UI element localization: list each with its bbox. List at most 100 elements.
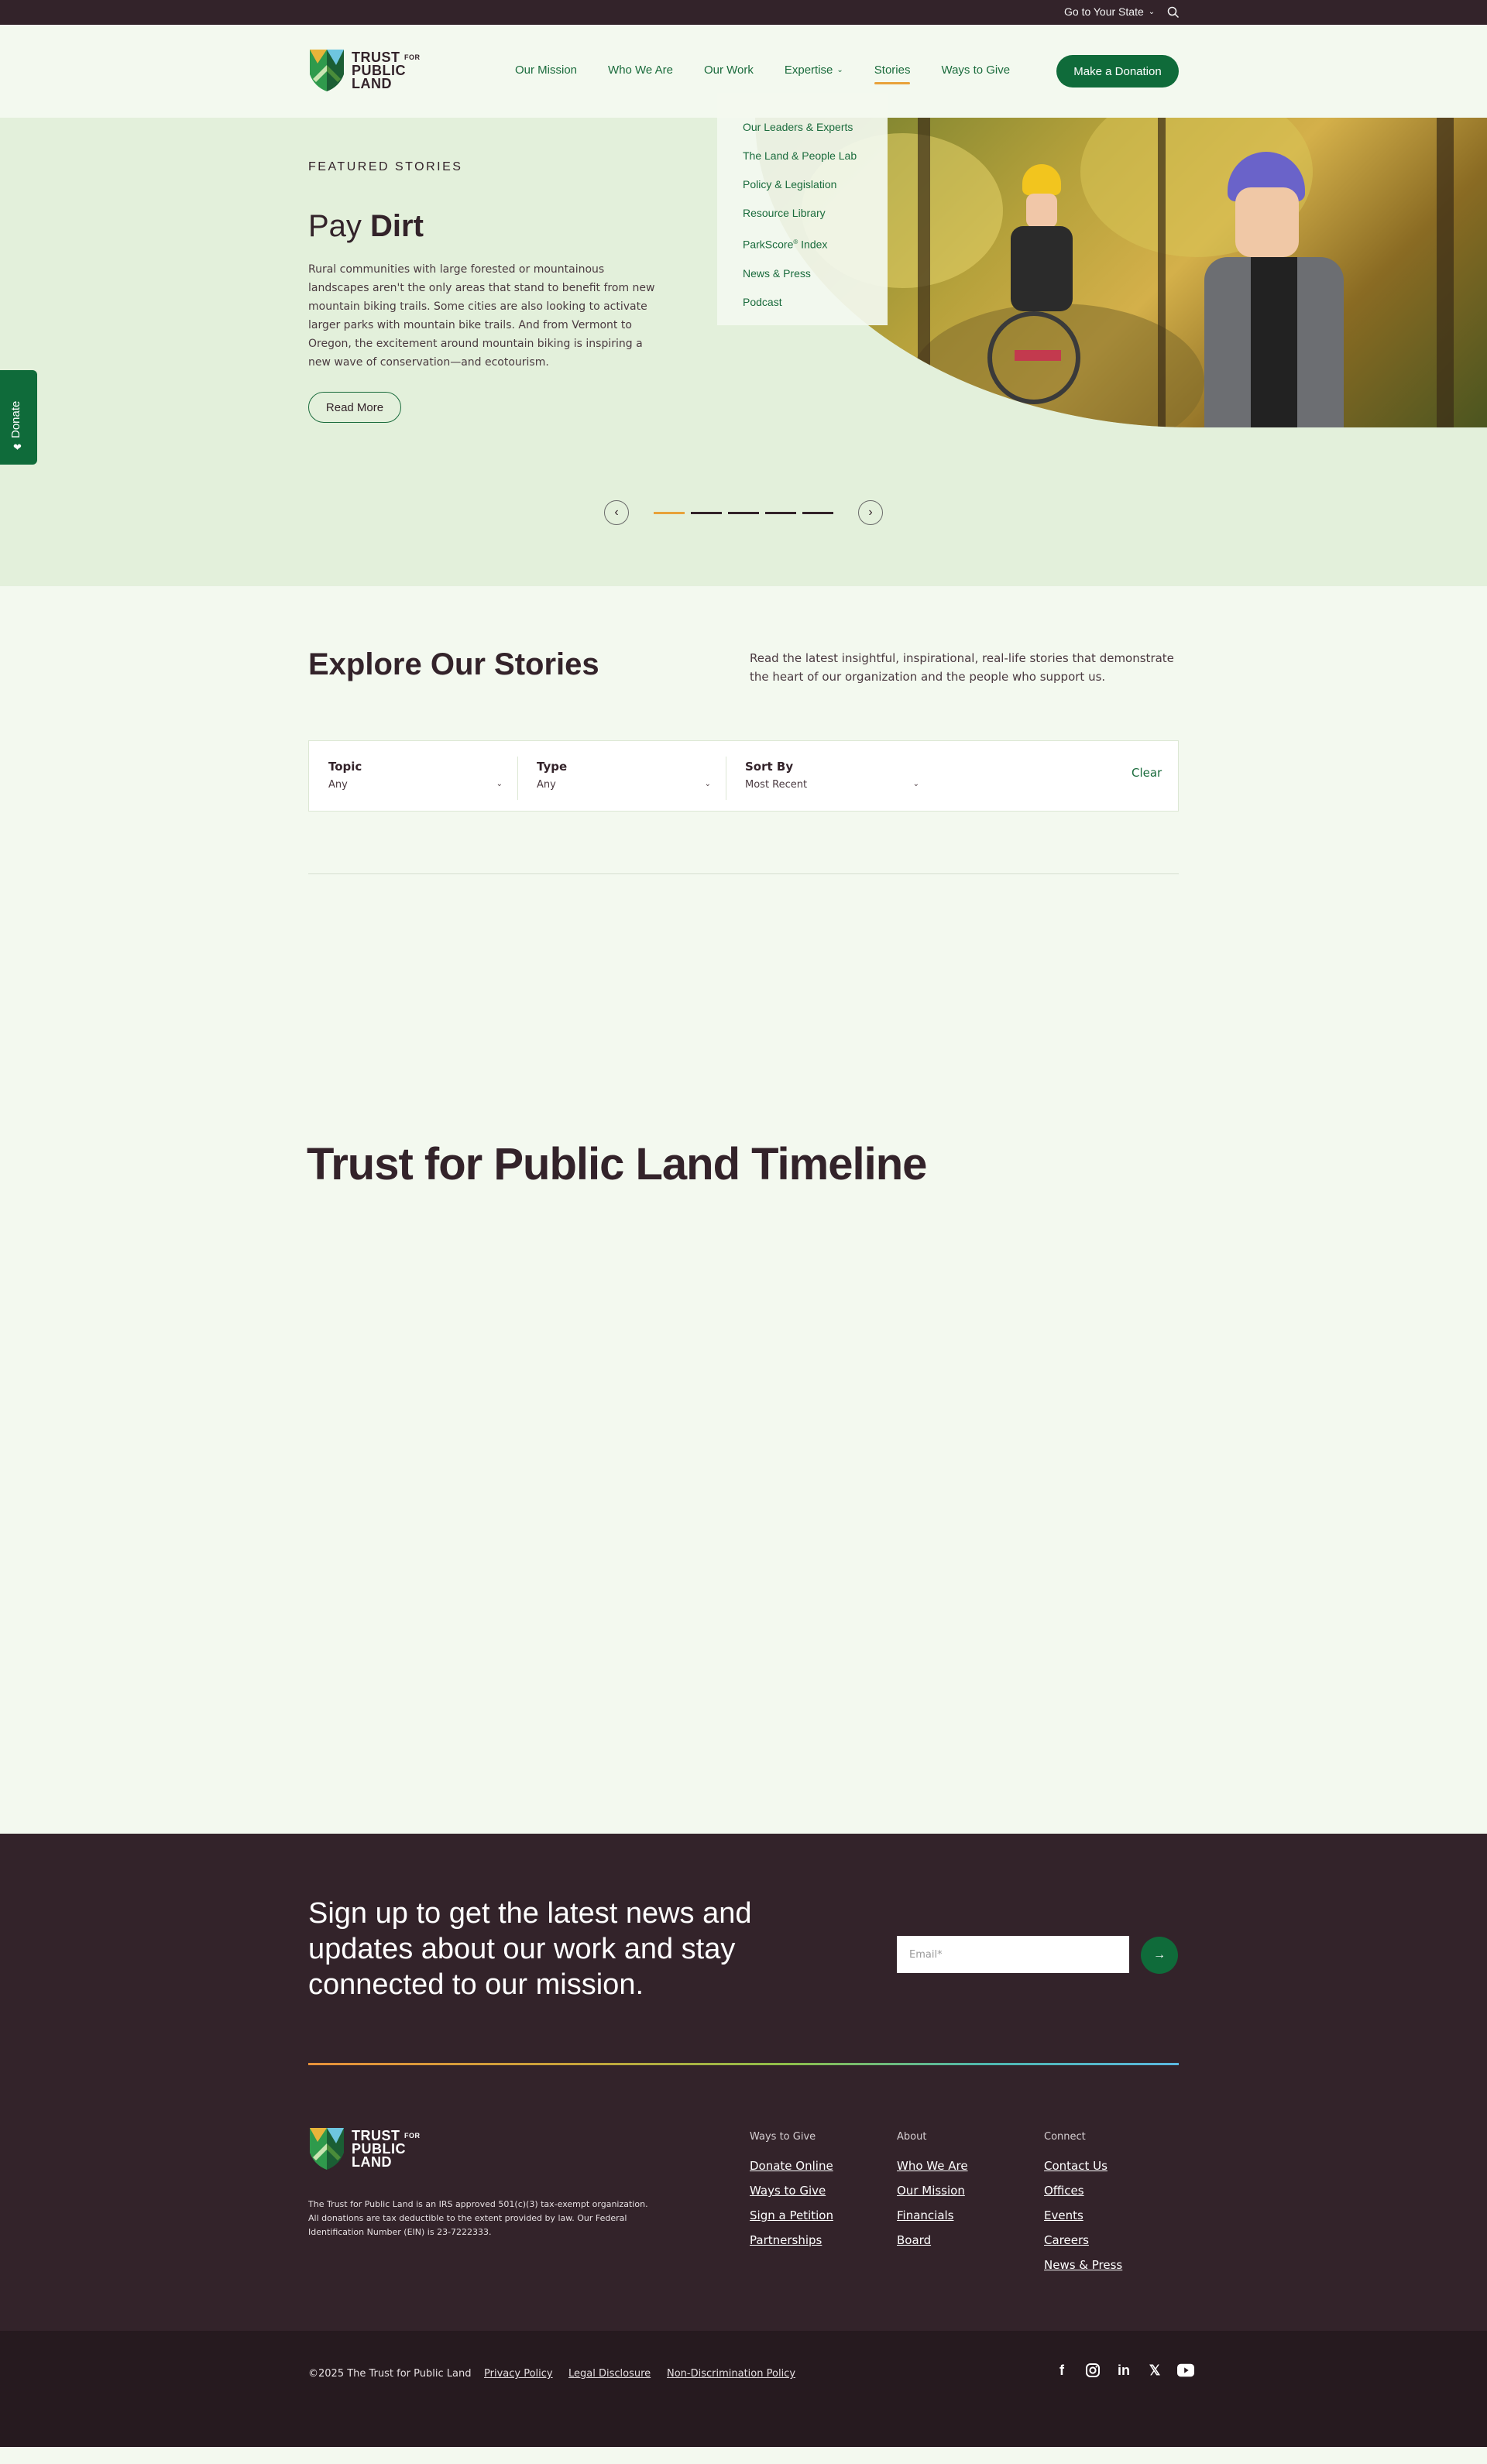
- copyright: ©2025 The Trust for Public Land: [308, 2368, 472, 2380]
- carousel-dot[interactable]: [654, 511, 685, 514]
- timeline-title: Trust for Public Land Timeline: [307, 1139, 927, 1189]
- stories-dropdown-menu: Our Leaders & Experts The Land & People …: [717, 93, 888, 325]
- facebook-icon[interactable]: f: [1053, 2362, 1070, 2379]
- logo-wordmark: TRUST FOR PUBLIC LAND: [352, 49, 421, 91]
- chevron-left-icon: ‹: [614, 506, 619, 519]
- newsletter-submit-button[interactable]: →: [1141, 1937, 1178, 1974]
- footer-disclaimer: The Trust for Public Land is an IRS appr…: [308, 2199, 648, 2237]
- hero-eyebrow: FEATURED STORIES: [308, 160, 463, 173]
- dropdown-item-policy-legislation[interactable]: Policy & Legislation: [743, 170, 888, 199]
- nav-who-we-are[interactable]: Who We Are: [608, 63, 673, 77]
- linkedin-icon[interactable]: in: [1115, 2362, 1132, 2379]
- logo-mark-icon: [310, 50, 344, 91]
- footer-link-events[interactable]: Events: [1044, 2203, 1122, 2228]
- chevron-down-icon: ⌄: [836, 66, 843, 74]
- footer-link-who-we-are[interactable]: Who We Are: [897, 2153, 968, 2178]
- privacy-policy-link[interactable]: Privacy Policy: [484, 2368, 553, 2380]
- carousel-next-button[interactable]: ›: [858, 500, 883, 525]
- footer-column-ways-to-give: Ways to Give Donate Online Ways to Give …: [750, 2131, 833, 2253]
- arrow-right-icon: →: [1153, 1948, 1166, 1961]
- instagram-icon[interactable]: [1084, 2362, 1101, 2379]
- footer-link-sign-petition[interactable]: Sign a Petition: [750, 2203, 833, 2228]
- footer-link-our-mission[interactable]: Our Mission: [897, 2178, 968, 2203]
- explore-stories-title: Explore Our Stories: [308, 647, 599, 681]
- chevron-down-icon: ⌄: [912, 780, 919, 788]
- chevron-down-icon: ⌄: [704, 780, 711, 788]
- carousel-prev-button[interactable]: ‹: [604, 500, 629, 525]
- footer-link-contact-us[interactable]: Contact Us: [1044, 2153, 1122, 2178]
- dropdown-item-news-press[interactable]: News & Press: [743, 259, 888, 288]
- sort-by-select[interactable]: Sort By Most Recent ⌄: [726, 753, 919, 800]
- type-filter-select[interactable]: Type Any ⌄: [517, 753, 711, 800]
- read-more-button[interactable]: Read More: [308, 392, 401, 423]
- newsletter-title: Sign up to get the latest news and updat…: [308, 1897, 752, 2001]
- legal-disclosure-link[interactable]: Legal Disclosure: [568, 2368, 651, 2380]
- footer-bottom-bar: ©2025 The Trust for Public Land Privacy …: [0, 2331, 1487, 2447]
- section-divider: [308, 873, 1179, 874]
- dropdown-item-land-people-lab[interactable]: The Land & People Lab: [743, 142, 888, 170]
- side-donate-tab[interactable]: Donate ❤: [0, 370, 37, 465]
- carousel-dots: [654, 511, 833, 514]
- x-icon[interactable]: 𝕏: [1146, 2362, 1163, 2379]
- clear-filters-button[interactable]: Clear: [1132, 766, 1162, 780]
- heart-icon: ❤: [13, 441, 22, 453]
- footer-column-heading: Ways to Give: [750, 2131, 816, 2143]
- footer-gradient-divider: [308, 2063, 1179, 2065]
- main-nav: Our Mission Who We Are Our Work Expertis…: [515, 63, 1010, 84]
- footer-link-financials[interactable]: Financials: [897, 2203, 968, 2228]
- nav-expertise[interactable]: Expertise ⌄: [785, 63, 843, 77]
- nav-stories[interactable]: Stories: [874, 63, 910, 84]
- footer-link-ways-to-give[interactable]: Ways to Give: [750, 2178, 833, 2203]
- nav-ways-to-give[interactable]: Ways to Give: [941, 63, 1010, 77]
- footer-link-offices[interactable]: Offices: [1044, 2178, 1122, 2203]
- newsletter-email-input[interactable]: [897, 1936, 1129, 1973]
- footer-column-heading: Connect: [1044, 2131, 1086, 2143]
- carousel-dot[interactable]: [802, 511, 833, 514]
- footer-column-about: About Who We Are Our Mission Financials …: [897, 2131, 968, 2253]
- footer-link-news-press[interactable]: News & Press: [1044, 2253, 1122, 2277]
- carousel-dot[interactable]: [728, 511, 759, 514]
- social-links: f in 𝕏: [1053, 2362, 1194, 2379]
- state-selector[interactable]: Go to Your State ⌄: [1064, 5, 1155, 18]
- footer-link-board[interactable]: Board: [897, 2228, 968, 2253]
- footer-column-heading: About: [897, 2131, 927, 2143]
- dropdown-item-parkscore-index[interactable]: ParkScore® Index: [743, 228, 888, 259]
- hero-title: Pay Dirt: [308, 209, 424, 243]
- logo-mark-icon: [310, 2128, 344, 2170]
- topic-filter-select[interactable]: Topic Any ⌄: [309, 753, 503, 800]
- site-footer: Sign up to get the latest news and updat…: [0, 1834, 1487, 2331]
- filter-value: Any: [537, 779, 556, 791]
- page-bottom-strip: [0, 2447, 1487, 2464]
- footer-column-connect: Connect Contact Us Offices Events Career…: [1044, 2131, 1122, 2277]
- chevron-down-icon: ⌄: [496, 780, 503, 788]
- dropdown-item-leaders-experts[interactable]: Our Leaders & Experts: [743, 113, 888, 142]
- non-discrimination-policy-link[interactable]: Non-Discrimination Policy: [667, 2368, 795, 2380]
- state-selector-label: Go to Your State: [1064, 5, 1144, 18]
- dropdown-item-podcast[interactable]: Podcast: [743, 288, 888, 317]
- nav-our-mission[interactable]: Our Mission: [515, 63, 577, 77]
- footer-logo[interactable]: TRUST FOR PUBLIC LAND: [308, 2126, 421, 2171]
- story-filters: Topic Any ⌄ Type Any ⌄ Sort By Most Rece…: [308, 740, 1179, 812]
- chevron-down-icon: ⌄: [1148, 7, 1156, 16]
- side-donate-label: Donate: [9, 400, 22, 438]
- footer-link-donate-online[interactable]: Donate Online: [750, 2153, 833, 2178]
- carousel-controls: ‹ ›: [604, 500, 883, 525]
- footer-link-partnerships[interactable]: Partnerships: [750, 2228, 833, 2253]
- filter-label: Topic: [328, 760, 362, 774]
- footer-link-careers[interactable]: Careers: [1044, 2228, 1122, 2253]
- carousel-dot[interactable]: [765, 511, 796, 514]
- search-icon[interactable]: [1166, 5, 1180, 19]
- site-logo[interactable]: TRUST FOR PUBLIC LAND: [308, 48, 421, 93]
- filter-value: Any: [328, 779, 348, 791]
- carousel-dot[interactable]: [691, 511, 722, 514]
- filter-label: Sort By: [745, 760, 794, 774]
- footer-logo-wordmark: TRUST FOR PUBLIC LAND: [352, 2127, 421, 2170]
- utility-bar: Go to Your State ⌄: [0, 0, 1487, 25]
- youtube-icon[interactable]: [1177, 2362, 1194, 2379]
- dropdown-item-resource-library[interactable]: Resource Library: [743, 199, 888, 228]
- make-donation-button[interactable]: Make a Donation: [1056, 55, 1179, 88]
- filter-value: Most Recent: [745, 779, 808, 791]
- explore-stories-description: Read the latest insightful, inspirationa…: [750, 651, 1174, 684]
- nav-our-work[interactable]: Our Work: [704, 63, 754, 77]
- filter-label: Type: [537, 760, 568, 774]
